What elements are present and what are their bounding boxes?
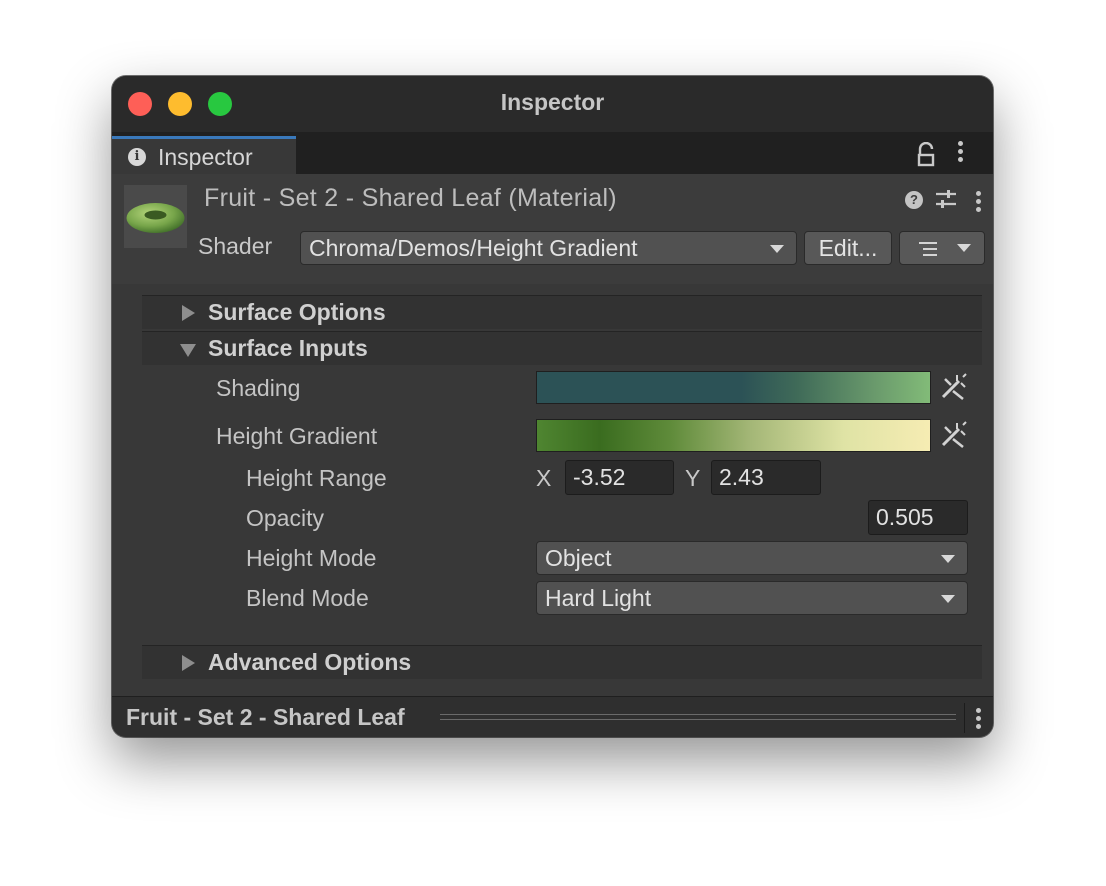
magic-wand-icon[interactable] [939,421,967,449]
chevron-down-icon [957,244,971,252]
footer-title: Fruit - Set 2 - Shared Leaf [126,704,405,730]
preview-footer[interactable]: Fruit - Set 2 - Shared Leaf [112,696,993,737]
blend-mode-value: Hard Light [545,585,652,611]
footer-divider [964,703,965,733]
drag-handle-line [440,719,956,720]
shader-dropdown[interactable]: Chroma/Demos/Height Gradient [300,231,797,265]
list-icon [919,242,937,256]
y-value: 2.43 [719,464,764,490]
inspector-window: Inspector i Inspector Fruit - Set 2 - Sh… [112,76,993,737]
chevron-down-icon [941,595,955,603]
height-range-x-input[interactable]: -3.52 [565,460,674,495]
height-range-y-input[interactable]: 2.43 [711,460,821,495]
chevron-down-icon [770,245,784,253]
shader-label: Shader [198,233,273,259]
section-label: Surface Options [208,299,386,325]
section-label: Advanced Options [208,649,412,675]
presets-icon[interactable] [934,188,958,210]
chevron-down-icon [180,344,196,357]
opacity-label: Opacity [246,505,324,531]
tab-menu-icon[interactable] [956,141,964,165]
magic-wand-icon[interactable] [939,373,967,401]
section-surface-options[interactable]: Surface Options [142,295,982,329]
help-icon[interactable]: ? [905,191,923,209]
x-value: -3.52 [573,464,626,490]
tab-bar: i Inspector [112,132,993,174]
edit-shader-button[interactable]: Edit... [804,231,892,265]
height-gradient-field[interactable] [536,419,931,452]
info-icon: i [128,148,146,166]
material-header: Fruit - Set 2 - Shared Leaf (Material) ?… [112,174,993,285]
title-bar: Inspector [112,76,993,132]
shading-label: Shading [216,375,301,401]
header-menu-icon[interactable] [974,191,982,215]
chevron-right-icon [182,655,195,671]
tab-label: Inspector [158,144,253,170]
chevron-down-icon [941,555,955,563]
opacity-input[interactable]: 0.505 [868,500,968,535]
blend-mode-dropdown[interactable]: Hard Light [536,581,968,615]
blend-mode-label: Blend Mode [246,585,369,611]
x-axis-label: X [536,465,552,491]
opacity-value: 0.505 [876,504,934,530]
window-title: Inspector [500,89,605,115]
shading-gradient-field[interactable] [536,371,931,404]
section-advanced-options[interactable]: Advanced Options [142,645,982,679]
height-range-label: Height Range [246,465,387,491]
torus-preview-icon [126,203,185,233]
drag-handle-line [440,714,956,715]
section-surface-inputs[interactable]: Surface Inputs [142,331,982,365]
height-mode-value: Object [545,545,612,571]
material-properties: Surface Options Surface Inputs Shading H… [112,284,993,696]
footer-menu-icon[interactable] [974,708,982,732]
material-title: Fruit - Set 2 - Shared Leaf (Material) [204,184,617,212]
shader-value: Chroma/Demos/Height Gradient [309,235,638,261]
tab-inspector[interactable]: i Inspector [112,136,296,174]
lock-icon[interactable] [916,142,938,168]
height-mode-dropdown[interactable]: Object [536,541,968,575]
height-gradient-label: Height Gradient [216,423,378,449]
material-preview-thumbnail [124,185,187,248]
chevron-right-icon [182,305,195,321]
shader-options-button[interactable] [899,231,985,265]
y-axis-label: Y [685,465,701,491]
section-label: Surface Inputs [208,335,368,361]
height-mode-label: Height Mode [246,545,377,571]
